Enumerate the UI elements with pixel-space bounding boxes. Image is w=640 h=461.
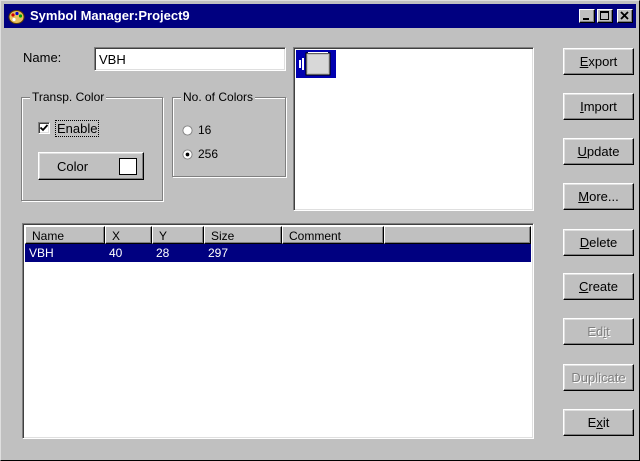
- enable-label[interactable]: Enable: [54, 120, 100, 137]
- column-header-name[interactable]: Name: [25, 226, 105, 244]
- radio-256-label: 256: [198, 147, 219, 161]
- close-icon: [620, 11, 629, 20]
- enable-checkbox[interactable]: [38, 122, 50, 134]
- radio-16[interactable]: 16: [182, 123, 242, 139]
- row-y: 28: [156, 246, 170, 260]
- symbol-list[interactable]: Name X Y Size Comment VBH 40 28 297: [22, 223, 534, 439]
- edit-button[interactable]: Edit: [563, 318, 634, 345]
- transp-color-group-title: Transp. Color: [30, 90, 107, 104]
- color-swatch: [119, 158, 137, 175]
- column-header-size[interactable]: Size: [204, 226, 282, 244]
- row-x: 40: [109, 246, 123, 260]
- title-bar[interactable]: Symbol Manager:Project9: [4, 4, 636, 28]
- name-input[interactable]: VBH: [94, 47, 286, 71]
- radio-16-label: 16: [198, 123, 212, 137]
- window-title: Symbol Manager:Project9: [30, 8, 190, 23]
- color-button-label: Color: [57, 159, 89, 174]
- update-button[interactable]: Update: [563, 138, 634, 165]
- symbol-thumbnail: [296, 50, 336, 78]
- export-button[interactable]: Export: [563, 48, 634, 75]
- create-button[interactable]: Create: [563, 273, 634, 300]
- table-row[interactable]: VBH 40 28 297: [25, 244, 531, 262]
- minimize-icon: [583, 18, 589, 20]
- color-button[interactable]: Color: [38, 152, 144, 180]
- column-header-filler: [384, 226, 531, 244]
- symbol-manager-window: Symbol Manager:Project9 Name: VBH Transp…: [0, 0, 640, 461]
- duplicate-button[interactable]: Duplicate: [563, 364, 634, 391]
- close-button[interactable]: [617, 9, 633, 23]
- exit-button[interactable]: Exit: [563, 409, 634, 436]
- radio-selected-icon: [182, 149, 193, 160]
- name-input-value: VBH: [99, 52, 126, 67]
- delete-button[interactable]: Delete: [563, 229, 634, 256]
- minimize-button[interactable]: [579, 9, 595, 23]
- more-button[interactable]: More...: [563, 183, 634, 210]
- row-size: 297: [208, 246, 229, 260]
- radio-256[interactable]: 256: [182, 147, 242, 163]
- column-header-y[interactable]: Y: [152, 226, 204, 244]
- column-header-x[interactable]: X: [105, 226, 152, 244]
- transp-color-group: Transp. Color: [21, 90, 163, 201]
- app-palette-icon: [8, 10, 25, 24]
- no-of-colors-group-title: No. of Colors: [181, 90, 256, 104]
- maximize-button[interactable]: [597, 9, 613, 23]
- name-label: Name:: [23, 50, 62, 65]
- maximize-icon: [600, 11, 609, 20]
- checkmark-icon: [39, 124, 49, 132]
- symbol-preview[interactable]: [293, 47, 534, 211]
- row-name: VBH: [29, 246, 54, 260]
- radio-unselected-icon: [182, 125, 193, 136]
- column-header-comment[interactable]: Comment: [282, 226, 384, 244]
- import-button[interactable]: Import: [563, 93, 634, 120]
